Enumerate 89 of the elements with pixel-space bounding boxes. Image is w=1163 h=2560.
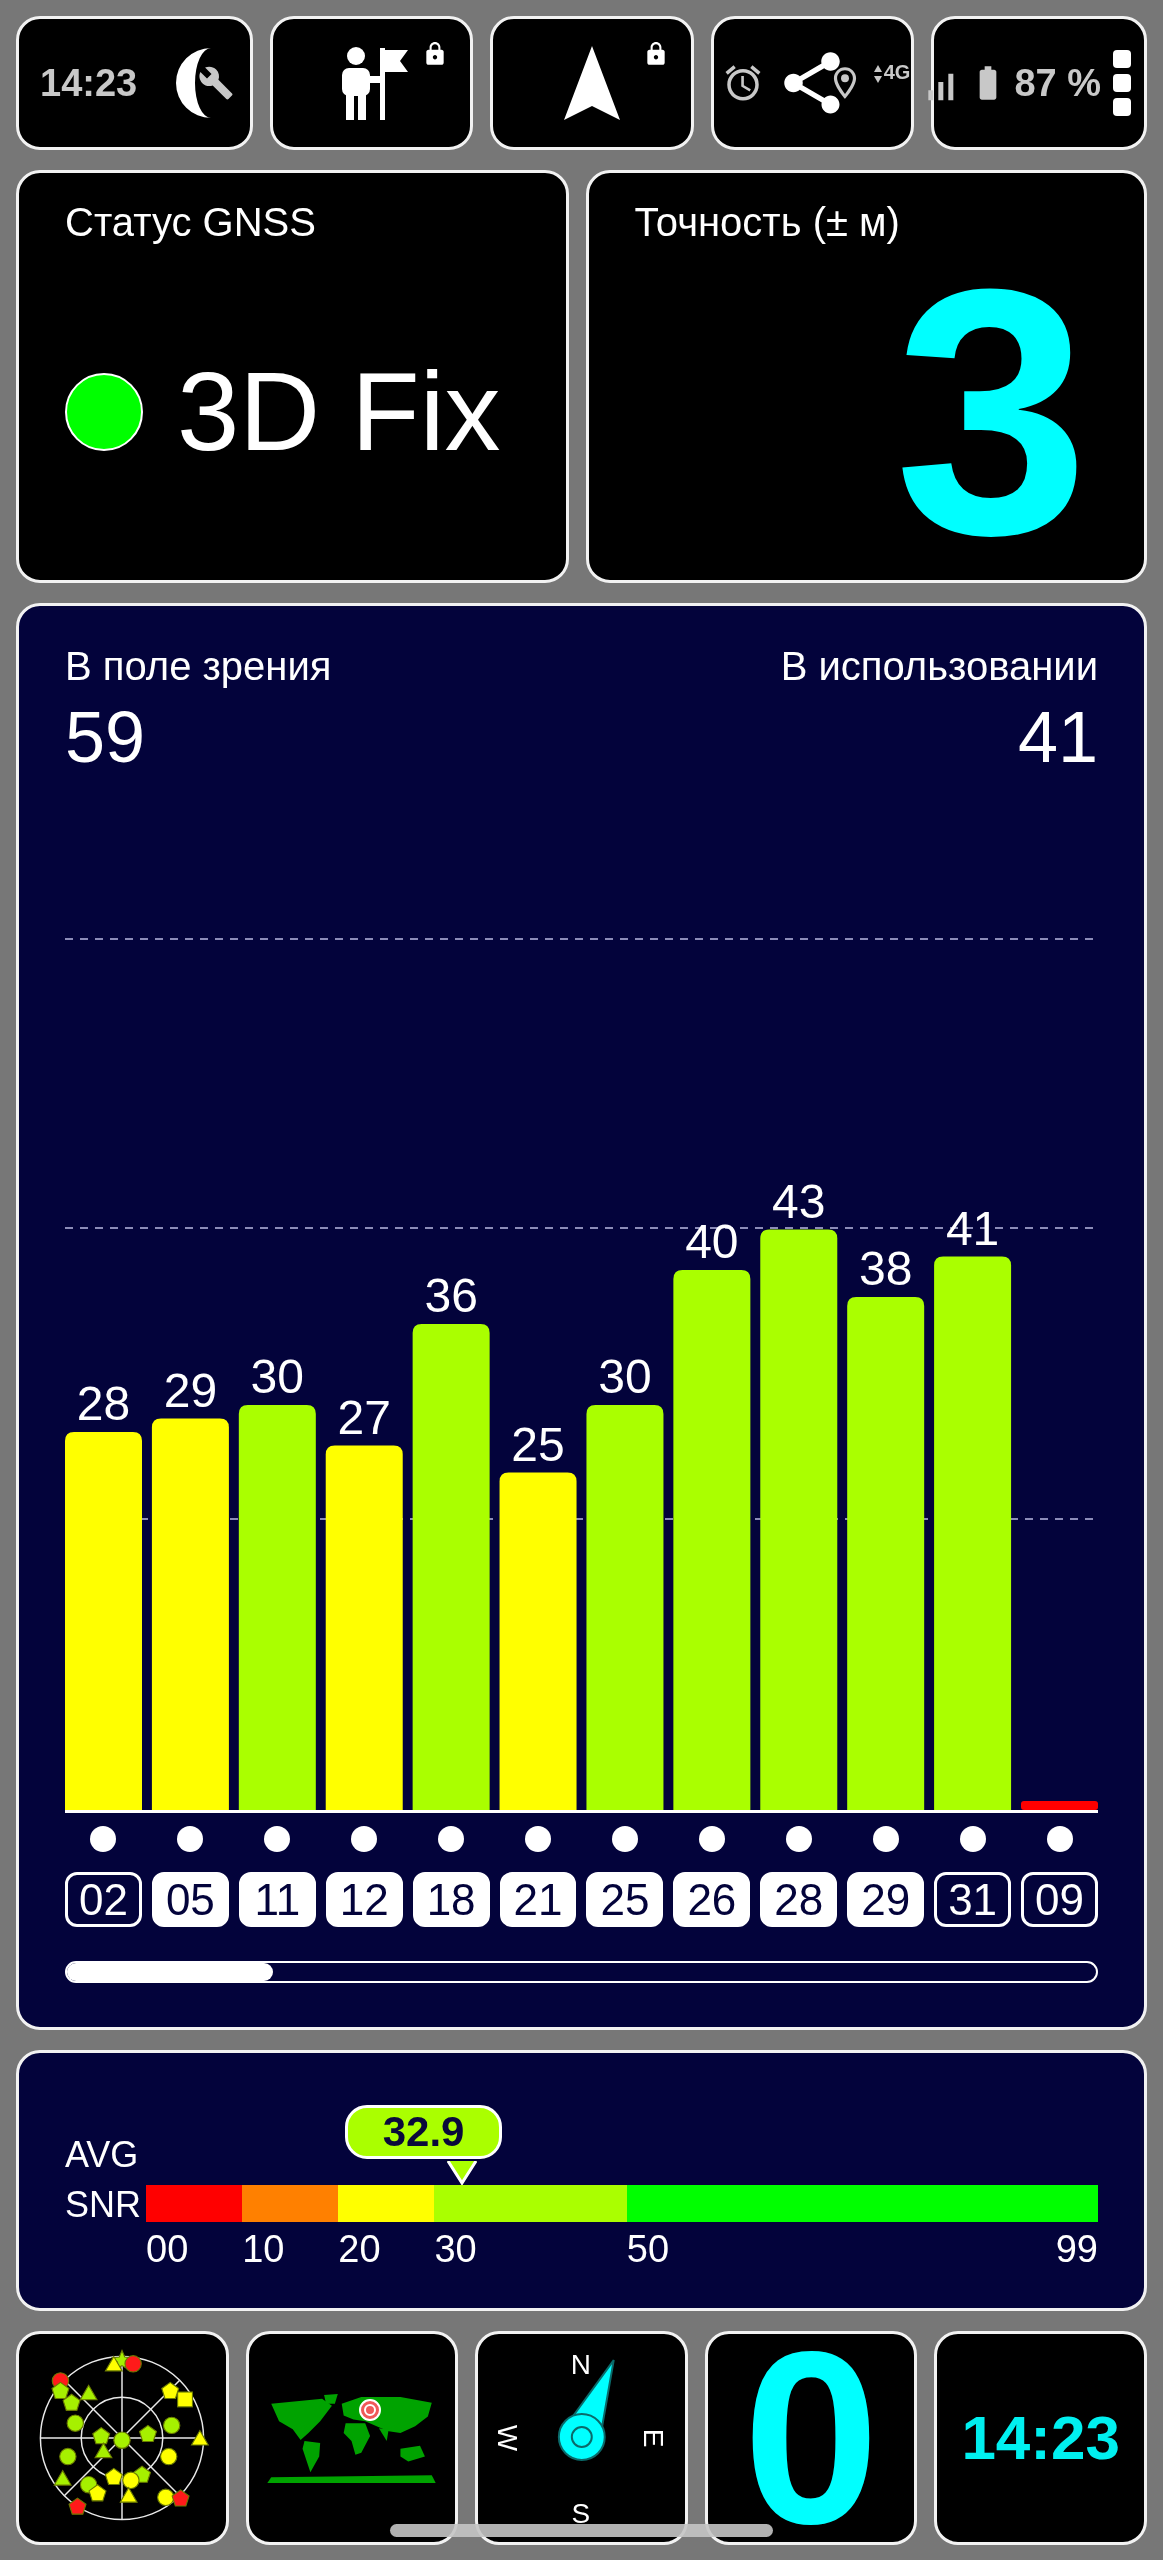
satellite-marker (88, 2484, 107, 2502)
battery-percent: 87 % (1014, 64, 1101, 102)
quick-tile[interactable] (16, 16, 254, 150)
bar-value-label: 27 (337, 1390, 391, 1444)
bar-value-label: 28 (76, 1377, 131, 1430)
satellite-marker (190, 2429, 210, 2446)
speed-value: 0 (742, 2340, 880, 2536)
world-map-tile[interactable] (245, 2331, 459, 2545)
data-arrows-icon (873, 65, 882, 83)
snr-label: SNR (65, 2183, 142, 2227)
sky-plot-tile[interactable] (16, 2331, 229, 2545)
quick-tile[interactable] (710, 16, 914, 150)
satellite-marker (79, 2384, 99, 2401)
satellite-marker (113, 2431, 131, 2449)
in-view-label: В поле зрения (65, 644, 332, 688)
satellite-id-badge[interactable]: 11 (238, 1872, 316, 1927)
snr-tick-label: 20 (338, 2228, 381, 2270)
fix-status-text: 3D Fix (177, 356, 501, 468)
quick-tile[interactable] (490, 16, 694, 150)
satellite-marker (59, 2447, 77, 2466)
bar-value-label: 40 (685, 1215, 739, 1268)
satellite-marker (62, 2393, 81, 2411)
compass-east-label: E (638, 2428, 670, 2448)
bar-value-label: 29 (163, 1363, 218, 1417)
in-view-count: 59 (65, 701, 147, 773)
compass-south-label: S (571, 2498, 591, 2530)
satellite-marker (177, 2391, 194, 2408)
clock-tile[interactable]: 14:23 (934, 2331, 1147, 2545)
card-title: Точность (± м) (634, 200, 901, 244)
speed-tile[interactable]: 0 (704, 2331, 918, 2545)
bar-value-label: 36 (424, 1269, 478, 1322)
satellite-id-badge[interactable]: 28 (760, 1872, 838, 1927)
satellite-id-badge[interactable]: 18 (412, 1872, 490, 1927)
satellite-marker (92, 2426, 111, 2445)
scrollbar-track[interactable] (65, 1961, 1098, 1983)
bar-value-label: 30 (598, 1350, 652, 1403)
satellite-marker (161, 2381, 180, 2400)
satellite-id-badge[interactable]: 05 (151, 1872, 229, 1927)
compass-north-label: N (570, 2348, 592, 2380)
satellite-marker (124, 2355, 143, 2373)
in-use-count: 41 (1017, 701, 1098, 773)
accuracy-value: 3 (894, 272, 1089, 552)
satellite-marker (105, 2467, 124, 2486)
satellite-marker (171, 2489, 190, 2507)
bar-value-label: 30 (250, 1350, 304, 1403)
avg-label: AVG (65, 2133, 140, 2177)
scrollbar-thumb[interactable] (67, 1963, 273, 1981)
satellite-marker (51, 2381, 70, 2400)
compass-west-label: W (492, 2424, 524, 2452)
quick-tile[interactable] (270, 16, 474, 150)
bar-value-label: 43 (772, 1174, 826, 1228)
satellite-marker (104, 2355, 124, 2372)
satellite-marker (66, 2414, 85, 2432)
satellite-id-badge[interactable]: 26 (673, 1872, 751, 1927)
satellite-id-badge[interactable]: 12 (325, 1872, 403, 1927)
satellite-marker (163, 2416, 181, 2435)
satellite-marker (94, 2442, 114, 2459)
satellite-id-badge[interactable]: 09 (1021, 1872, 1098, 1927)
snr-tick-label: 00 (146, 2228, 189, 2270)
satellite-marker (53, 2469, 73, 2486)
satellite-marker (122, 2471, 140, 2489)
snr-tick-label: 30 (434, 2228, 477, 2270)
average-snr-value: 32.9 (345, 2105, 503, 2159)
satellite-id-badge[interactable]: 02 (65, 1872, 142, 1927)
stacked-squares-icon (1113, 50, 1131, 116)
satellite-id-badge[interactable]: 25 (586, 1872, 664, 1927)
card-title: Статус GNSS (65, 200, 317, 244)
in-use-label: В использовании (780, 644, 1098, 688)
satellite-id-badge[interactable]: 21 (499, 1872, 577, 1927)
bar-value-label: 38 (859, 1242, 913, 1295)
snr-tick-label: 99 (1055, 2228, 1098, 2270)
clock-time: 14:23 (961, 2407, 1120, 2469)
satellite-marker (160, 2447, 178, 2466)
snr-tick-label: 50 (626, 2228, 670, 2270)
satellite-id-badge[interactable]: 29 (847, 1872, 925, 1927)
satellite-marker (139, 2424, 158, 2443)
navigation-arrow-icon (564, 46, 620, 120)
quick-tile[interactable] (930, 16, 1147, 150)
satellite-marker (157, 2488, 175, 2507)
satellite-marker (119, 2486, 139, 2503)
satellite-id-badge[interactable]: 31 (934, 1872, 1012, 1927)
satellite-marker (68, 2497, 87, 2515)
wrench-icon (198, 65, 235, 101)
snr-tick-label: 10 (242, 2228, 285, 2270)
network-type: 4G (883, 62, 911, 82)
compass-tile[interactable]: N S W E (475, 2331, 688, 2545)
bar-value-label: 41 (945, 1201, 1000, 1255)
bar-value-label: 25 (511, 1417, 565, 1471)
status-time: 14:23 (40, 64, 138, 102)
